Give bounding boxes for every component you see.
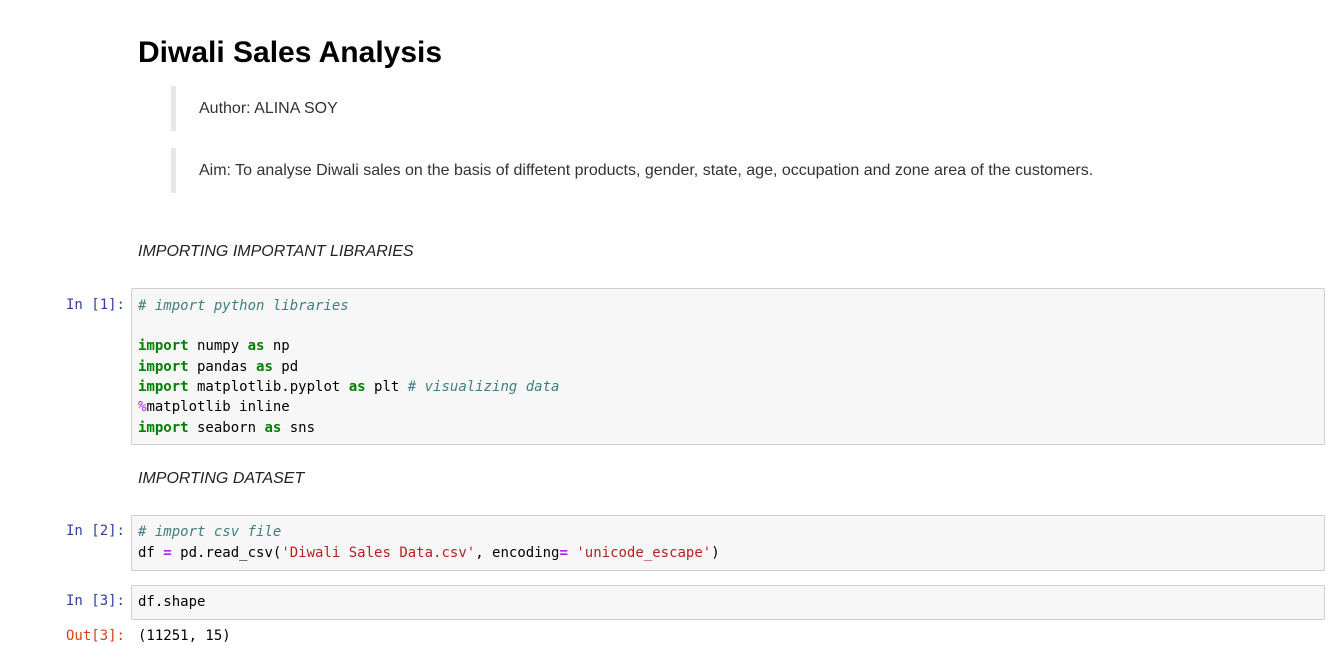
code-text: numpy [188, 338, 248, 354]
keyword: as [348, 379, 366, 395]
string-literal: 'unicode_escape' [576, 545, 712, 561]
code-text: df.shape [138, 594, 206, 610]
author-note: Author: ALINA SOY [199, 100, 338, 117]
keyword: as [247, 338, 265, 354]
code-comment: # import csv file [138, 524, 282, 540]
code-line: import numpy as np [138, 336, 290, 356]
keyword: as [256, 359, 273, 375]
cell-3-output: (11251, 15) [138, 628, 231, 644]
code-text: sns [281, 420, 316, 436]
code-line: df.shape [138, 592, 205, 612]
code-line: df = pd.read_csv('Diwali Sales Data.csv'… [138, 543, 720, 563]
section-heading-dataset: IMPORTING DATASET [138, 470, 305, 487]
string-literal: 'Diwali Sales Data.csv' [281, 545, 476, 561]
code-text: matplotlib inline [146, 399, 290, 415]
code-text: plt [365, 379, 408, 395]
code-text: np [264, 338, 290, 354]
cell-2-in-prompt: In [2]: [65, 523, 125, 539]
code-line: import matplotlib.pyplot as plt # visual… [138, 377, 559, 397]
aim-blockquote: Aim: To analyse Diwali sales on the basi… [171, 148, 1093, 193]
keyword: import [138, 420, 189, 436]
cell-3-out-prompt: Out[3]: [65, 628, 125, 644]
code-cell-2[interactable]: # import csv file df = pd.read_csv('Diwa… [131, 515, 1325, 571]
code-text: , encoding [475, 545, 560, 561]
cell-3-in-prompt: In [3]: [65, 593, 125, 609]
operator: = [559, 545, 568, 561]
keyword: import [138, 338, 189, 354]
author-blockquote: Author: ALINA SOY [171, 86, 338, 131]
operator: = [163, 545, 172, 561]
code-text: seaborn [188, 420, 265, 436]
code-line: %matplotlib inline [138, 397, 290, 417]
code-text: ) [711, 545, 720, 561]
keyword: import [138, 359, 189, 375]
code-comment: # visualizing data [407, 379, 560, 395]
code-line: # import csv file [138, 522, 281, 542]
keyword: as [264, 420, 282, 436]
code-comment: # import python libraries [138, 298, 349, 314]
aim-note: Aim: To analyse Diwali sales on the basi… [199, 162, 1094, 179]
cell-1-in-prompt: In [1]: [65, 297, 125, 313]
code-text: df [138, 545, 164, 561]
code-line: import pandas as pd [138, 357, 298, 377]
code-text: matplotlib.pyplot [188, 379, 349, 395]
code-text: pd [272, 359, 299, 375]
code-cell-3[interactable]: df.shape [131, 585, 1325, 620]
code-cell-1[interactable]: # import python libraries import numpy a… [131, 288, 1325, 445]
notebook-title: Diwali Sales Analysis [138, 36, 443, 69]
code-text: pandas [188, 359, 257, 375]
section-heading-libraries: IMPORTING IMPORTANT LIBRARIES [138, 243, 414, 260]
code-line: # import python libraries [138, 296, 349, 316]
code-line: import seaborn as sns [138, 418, 315, 438]
code-text: pd.read_csv( [171, 545, 282, 561]
keyword: import [138, 379, 189, 395]
